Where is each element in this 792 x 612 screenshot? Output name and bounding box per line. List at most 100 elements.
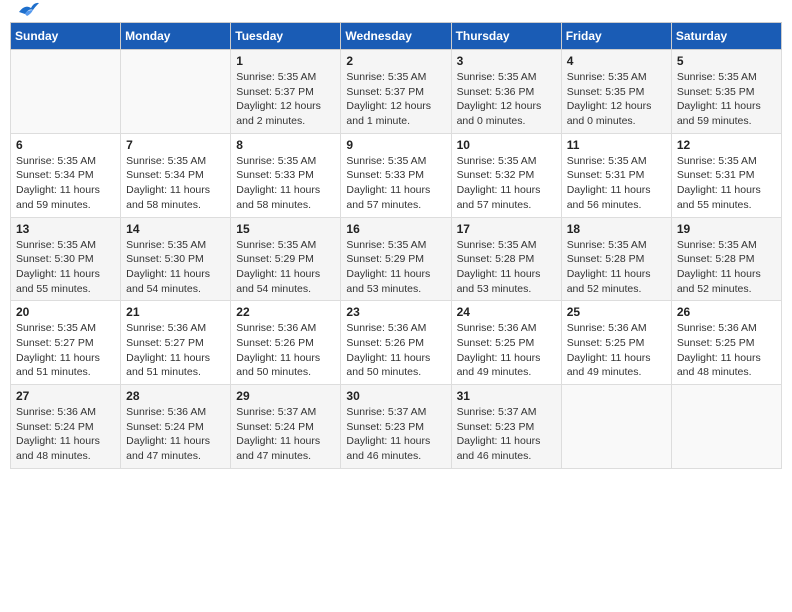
day-number: 1	[236, 54, 335, 68]
day-detail: Sunrise: 5:35 AM Sunset: 5:37 PM Dayligh…	[346, 70, 445, 129]
weekday-header-row: SundayMondayTuesdayWednesdayThursdayFrid…	[11, 23, 782, 50]
calendar-cell: 15 Sunrise: 5:35 AM Sunset: 5:29 PM Dayli…	[231, 217, 341, 301]
calendar-cell: 19 Sunrise: 5:35 AM Sunset: 5:28 PM Dayli…	[671, 217, 781, 301]
day-detail: Sunrise: 5:35 AM Sunset: 5:28 PM Dayligh…	[677, 238, 776, 297]
day-number: 15	[236, 222, 335, 236]
calendar-cell: 16Sunrise: 5:35 AM Sunset: 5:29 PM Dayli…	[341, 217, 451, 301]
day-detail: Sunrise: 5:35 AM Sunset: 5:37 PM Dayligh…	[236, 70, 335, 129]
day-detail: Sunrise: 5:35 AM Sunset: 5:33 PM Dayligh…	[346, 154, 445, 213]
day-detail: Sunrise: 5:36 AM Sunset: 5:25 PM Dayligh…	[567, 321, 666, 380]
weekday-header-wednesday: Wednesday	[341, 23, 451, 50]
calendar-cell: 27Sunrise: 5:36 AM Sunset: 5:24 PM Dayli…	[11, 385, 121, 469]
day-detail: Sunrise: 5:35 AM Sunset: 5:30 PM Dayligh…	[16, 238, 115, 297]
calendar-cell: 10 Sunrise: 5:35 AM Sunset: 5:32 PM Dayli…	[451, 133, 561, 217]
calendar-week-row: 13 Sunrise: 5:35 AM Sunset: 5:30 PM Dayli…	[11, 217, 782, 301]
day-number: 25	[567, 305, 666, 319]
day-detail: Sunrise: 5:36 AM Sunset: 5:24 PM Dayligh…	[126, 405, 225, 464]
weekday-header-friday: Friday	[561, 23, 671, 50]
day-number: 22	[236, 305, 335, 319]
day-detail: Sunrise: 5:37 AM Sunset: 5:23 PM Dayligh…	[346, 405, 445, 464]
weekday-header-tuesday: Tuesday	[231, 23, 341, 50]
calendar-week-row: 1 Sunrise: 5:35 AM Sunset: 5:37 PM Daylig…	[11, 50, 782, 134]
day-number: 13	[16, 222, 115, 236]
calendar-cell: 23Sunrise: 5:36 AM Sunset: 5:26 PM Dayli…	[341, 301, 451, 385]
day-detail: Sunrise: 5:35 AM Sunset: 5:33 PM Dayligh…	[236, 154, 335, 213]
day-detail: Sunrise: 5:35 AM Sunset: 5:35 PM Dayligh…	[567, 70, 666, 129]
calendar-cell: 24Sunrise: 5:36 AM Sunset: 5:25 PM Dayli…	[451, 301, 561, 385]
calendar-week-row: 27 Sunrise: 5:36 AM Sunset: 5:24 PM Dayli…	[11, 385, 782, 469]
bird-icon	[17, 2, 39, 20]
calendar-table: SundayMondayTuesdayWednesdayThursdayFrid…	[10, 22, 782, 469]
weekday-header-monday: Monday	[121, 23, 231, 50]
day-detail: Sunrise: 5:35 AM Sunset: 5:28 PM Dayligh…	[567, 238, 666, 297]
day-detail: Sunrise: 5:35 AM Sunset: 5:35 PM Dayligh…	[677, 70, 776, 129]
day-detail: Sunrise: 5:35 AM Sunset: 5:34 PM Dayligh…	[16, 154, 115, 213]
day-detail: Sunrise: 5:35 AM Sunset: 5:31 PM Dayligh…	[677, 154, 776, 213]
day-number: 29	[236, 389, 335, 403]
day-number: 9	[346, 138, 445, 152]
calendar-cell: 11 Sunrise: 5:35 AM Sunset: 5:31 PM Dayli…	[561, 133, 671, 217]
day-detail: Sunrise: 5:35 AM Sunset: 5:34 PM Dayligh…	[126, 154, 225, 213]
day-number: 19	[677, 222, 776, 236]
calendar-cell: 17 Sunrise: 5:35 AM Sunset: 5:28 PM Dayli…	[451, 217, 561, 301]
calendar-cell: 12 Sunrise: 5:35 AM Sunset: 5:31 PM Dayli…	[671, 133, 781, 217]
page-header	[10, 10, 782, 14]
calendar-cell: 21Sunrise: 5:36 AM Sunset: 5:27 PM Dayli…	[121, 301, 231, 385]
calendar-body: 1 Sunrise: 5:35 AM Sunset: 5:37 PM Daylig…	[11, 50, 782, 469]
calendar-cell: 6 Sunrise: 5:35 AM Sunset: 5:34 PM Daylig…	[11, 133, 121, 217]
day-detail: Sunrise: 5:35 AM Sunset: 5:29 PM Dayligh…	[236, 238, 335, 297]
calendar-cell	[121, 50, 231, 134]
calendar-cell: 30 Sunrise: 5:37 AM Sunset: 5:23 PM Dayli…	[341, 385, 451, 469]
calendar-cell: 26Sunrise: 5:36 AM Sunset: 5:25 PM Dayli…	[671, 301, 781, 385]
day-detail: Sunrise: 5:35 AM Sunset: 5:30 PM Dayligh…	[126, 238, 225, 297]
day-detail: Sunrise: 5:35 AM Sunset: 5:32 PM Dayligh…	[457, 154, 556, 213]
calendar-cell: 2Sunrise: 5:35 AM Sunset: 5:37 PM Daylig…	[341, 50, 451, 134]
calendar-cell	[671, 385, 781, 469]
calendar-header: SundayMondayTuesdayWednesdayThursdayFrid…	[11, 23, 782, 50]
day-detail: Sunrise: 5:35 AM Sunset: 5:31 PM Dayligh…	[567, 154, 666, 213]
day-detail: Sunrise: 5:36 AM Sunset: 5:26 PM Dayligh…	[236, 321, 335, 380]
calendar-cell: 1 Sunrise: 5:35 AM Sunset: 5:37 PM Daylig…	[231, 50, 341, 134]
calendar-week-row: 6 Sunrise: 5:35 AM Sunset: 5:34 PM Daylig…	[11, 133, 782, 217]
day-detail: Sunrise: 5:35 AM Sunset: 5:36 PM Dayligh…	[457, 70, 556, 129]
day-number: 31	[457, 389, 556, 403]
day-number: 30	[346, 389, 445, 403]
calendar-cell: 20 Sunrise: 5:35 AM Sunset: 5:27 PM Dayli…	[11, 301, 121, 385]
day-number: 8	[236, 138, 335, 152]
calendar-cell: 13 Sunrise: 5:35 AM Sunset: 5:30 PM Dayli…	[11, 217, 121, 301]
calendar-cell: 8 Sunrise: 5:35 AM Sunset: 5:33 PM Daylig…	[231, 133, 341, 217]
day-number: 7	[126, 138, 225, 152]
calendar-cell: 28 Sunrise: 5:36 AM Sunset: 5:24 PM Dayli…	[121, 385, 231, 469]
day-number: 17	[457, 222, 556, 236]
calendar-cell	[11, 50, 121, 134]
calendar-cell: 4 Sunrise: 5:35 AM Sunset: 5:35 PM Daylig…	[561, 50, 671, 134]
calendar-cell: 5 Sunrise: 5:35 AM Sunset: 5:35 PM Daylig…	[671, 50, 781, 134]
day-number: 14	[126, 222, 225, 236]
day-number: 20	[16, 305, 115, 319]
day-detail: Sunrise: 5:37 AM Sunset: 5:24 PM Dayligh…	[236, 405, 335, 464]
day-number: 16	[346, 222, 445, 236]
day-number: 21	[126, 305, 225, 319]
day-number: 24	[457, 305, 556, 319]
weekday-header-sunday: Sunday	[11, 23, 121, 50]
calendar-cell: 7 Sunrise: 5:35 AM Sunset: 5:34 PM Daylig…	[121, 133, 231, 217]
day-detail: Sunrise: 5:35 AM Sunset: 5:28 PM Dayligh…	[457, 238, 556, 297]
day-number: 4	[567, 54, 666, 68]
day-number: 5	[677, 54, 776, 68]
day-number: 10	[457, 138, 556, 152]
day-number: 11	[567, 138, 666, 152]
day-detail: Sunrise: 5:35 AM Sunset: 5:27 PM Dayligh…	[16, 321, 115, 380]
calendar-cell: 22 Sunrise: 5:36 AM Sunset: 5:26 PM Dayli…	[231, 301, 341, 385]
calendar-cell: 29 Sunrise: 5:37 AM Sunset: 5:24 PM Dayli…	[231, 385, 341, 469]
day-number: 27	[16, 389, 115, 403]
day-number: 3	[457, 54, 556, 68]
logo	[14, 10, 39, 14]
weekday-header-thursday: Thursday	[451, 23, 561, 50]
calendar-cell: 14 Sunrise: 5:35 AM Sunset: 5:30 PM Dayli…	[121, 217, 231, 301]
calendar-cell: 25 Sunrise: 5:36 AM Sunset: 5:25 PM Dayli…	[561, 301, 671, 385]
day-number: 28	[126, 389, 225, 403]
day-number: 12	[677, 138, 776, 152]
calendar-cell	[561, 385, 671, 469]
calendar-cell: 31Sunrise: 5:37 AM Sunset: 5:23 PM Dayli…	[451, 385, 561, 469]
day-number: 6	[16, 138, 115, 152]
